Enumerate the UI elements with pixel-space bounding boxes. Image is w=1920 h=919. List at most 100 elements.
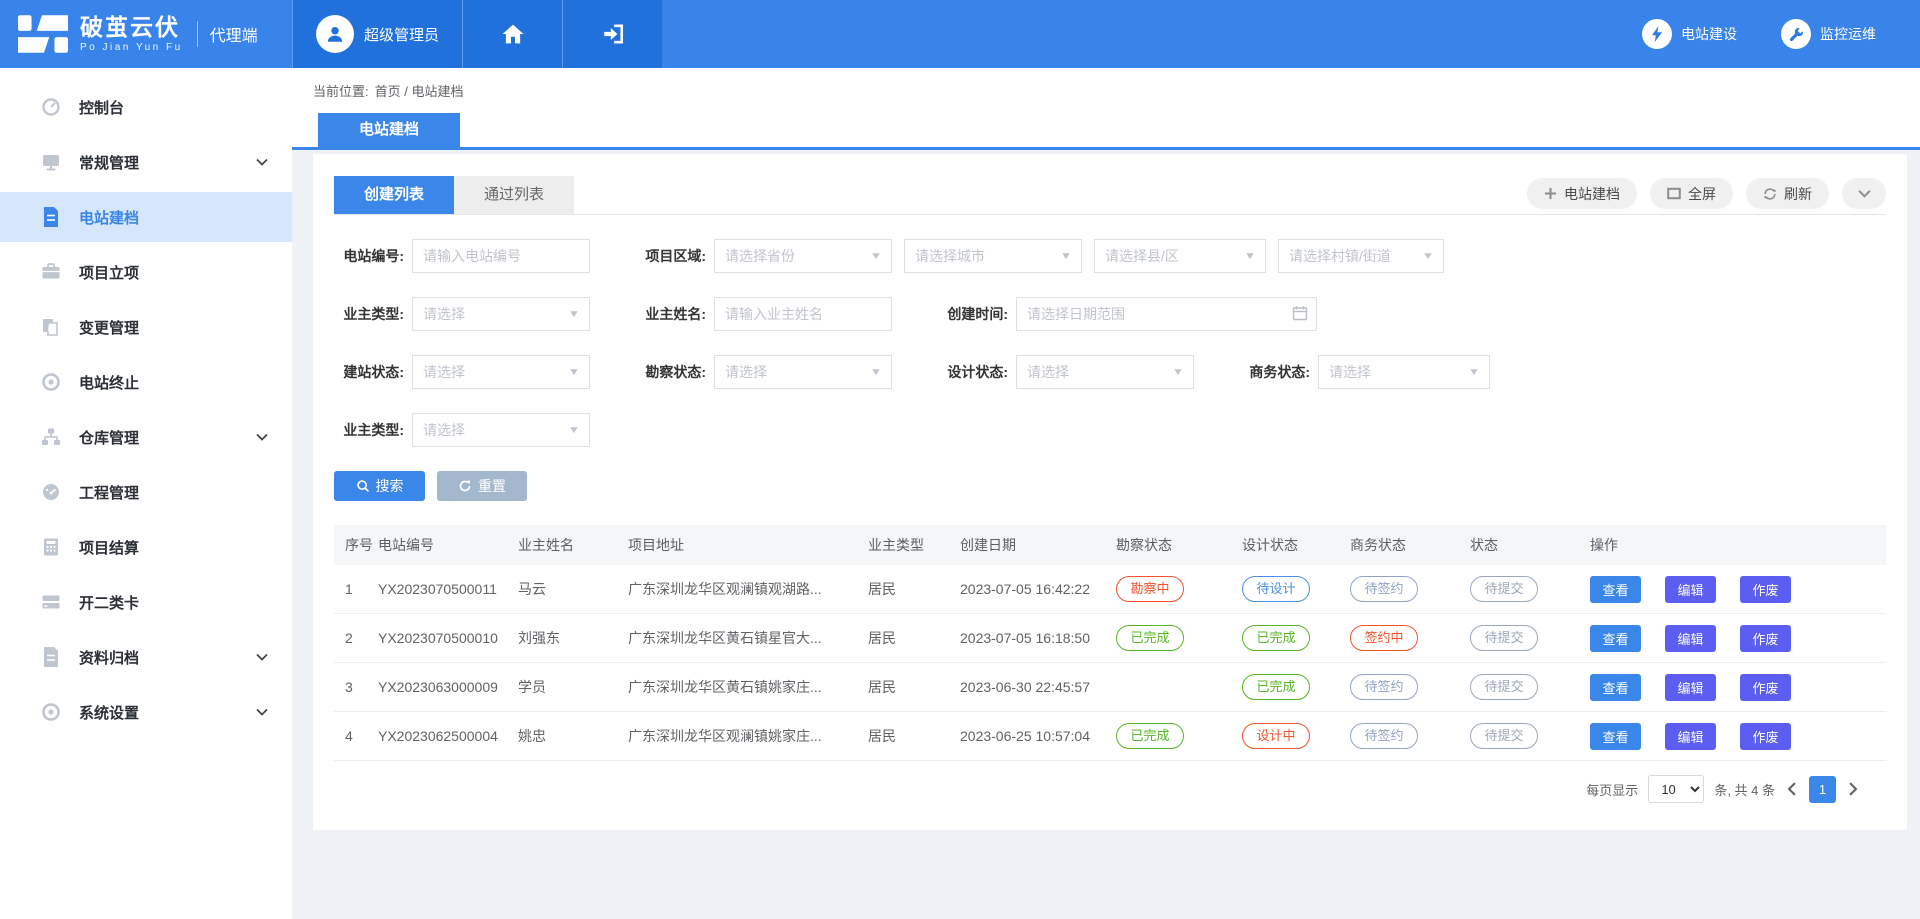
sidebar-item-general-mgmt[interactable]: 常规管理 <box>0 137 292 187</box>
status-pill: 待提交 <box>1470 723 1538 749</box>
col-owner: 业主姓名 <box>518 535 628 555</box>
status-pill: 待提交 <box>1470 625 1538 651</box>
sidebar-item-project-settlement[interactable]: 项目结算 <box>0 522 292 572</box>
nav-monitor-ops[interactable]: 监控运维 <box>1781 0 1876 68</box>
survey-status-pill: 已完成 <box>1116 625 1184 651</box>
sidebar-item-project-initiation[interactable]: 项目立项 <box>0 247 292 297</box>
filter-owner-type-2: 业主类型: 请选择▼ <box>334 413 590 447</box>
city-select[interactable]: 请选择城市▼ <box>904 239 1082 273</box>
county-select[interactable]: 请选择县/区▼ <box>1094 239 1266 273</box>
refresh-button[interactable]: 刷新 <box>1746 178 1829 209</box>
view-button[interactable]: 查看 <box>1590 674 1641 701</box>
station-table: 序号 电站编号 业主姓名 项目地址 业主类型 创建日期 勘察状态 设计状态 商务… <box>334 525 1886 761</box>
main-area: 当前位置:首页 / 电站建档 电站建档 创建列表 通过列表 <box>292 68 1920 919</box>
app-subtitle: Po Jian Yun Fu <box>80 43 183 53</box>
void-button[interactable]: 作废 <box>1740 576 1791 603</box>
next-page-button[interactable] <box>1846 782 1860 796</box>
void-button[interactable]: 作废 <box>1740 723 1791 750</box>
edit-button[interactable]: 编辑 <box>1665 625 1716 652</box>
col-status: 状态 <box>1470 535 1590 555</box>
chevron-down-icon <box>256 653 268 661</box>
sidebar-item-label: 仓库管理 <box>79 427 139 448</box>
view-button[interactable]: 查看 <box>1590 723 1641 750</box>
prev-page-button[interactable] <box>1785 782 1799 796</box>
cell-owner: 刘强东 <box>518 628 628 648</box>
filter-region: 项目区域: 请选择省份▼ 请选择城市▼ 请选择县/区▼ <box>636 239 1444 273</box>
header-spacer <box>662 0 1642 68</box>
edit-button[interactable]: 编辑 <box>1665 576 1716 603</box>
design-status-select[interactable]: 请选择▼ <box>1016 355 1194 389</box>
app-title: 破茧云伏 <box>80 16 183 39</box>
sidebar-item-label: 工程管理 <box>79 482 139 503</box>
province-select[interactable]: 请选择省份▼ <box>714 239 892 273</box>
filter-survey-status: 勘察状态: 请选择▼ <box>636 355 892 389</box>
sidebar-item-warehouse-mgmt[interactable]: 仓库管理 <box>0 412 292 462</box>
reset-button[interactable]: 重置 <box>437 471 527 501</box>
build-status-select[interactable]: 请选择▼ <box>412 355 590 389</box>
sidebar-item-open-class2-card[interactable]: 开二类卡 <box>0 577 292 627</box>
home-button[interactable] <box>462 0 562 68</box>
create-station-button[interactable]: 电站建档 <box>1527 178 1637 209</box>
owner-type-select[interactable]: 请选择▼ <box>412 297 590 331</box>
search-button-label: 搜索 <box>376 476 404 496</box>
survey-status-pill: 勘察中 <box>1116 576 1184 602</box>
business-status-select[interactable]: 请选择▼ <box>1318 355 1490 389</box>
current-page-button[interactable]: 1 <box>1809 776 1836 803</box>
cell-seq: 3 <box>334 679 378 695</box>
owner-type2-select[interactable]: 请选择▼ <box>412 413 590 447</box>
survey-status-select[interactable]: 请选择▼ <box>714 355 892 389</box>
dropdown-arrow-icon: ▼ <box>1422 251 1434 262</box>
station-code-input[interactable] <box>412 239 590 273</box>
region-label: 项目区域: <box>636 246 706 266</box>
reset-button-label: 重置 <box>478 476 506 496</box>
void-button[interactable]: 作废 <box>1740 625 1791 652</box>
status-pill: 待提交 <box>1470 576 1538 602</box>
sidebar-item-station-termination[interactable]: 电站终止 <box>0 357 292 407</box>
edit-button[interactable]: 编辑 <box>1665 723 1716 750</box>
breadcrumb: 当前位置:首页 / 电站建档 <box>313 81 1920 100</box>
fullscreen-button[interactable]: 全屏 <box>1650 178 1733 209</box>
sidebar-item-data-archive[interactable]: 资料归档 <box>0 632 292 682</box>
view-button[interactable]: 查看 <box>1590 625 1641 652</box>
page-size-select[interactable]: 10 <box>1648 775 1704 803</box>
sidebar-item-label: 开二类卡 <box>79 592 139 613</box>
collapse-toolbar-button[interactable] <box>1842 178 1886 209</box>
tab-approved-list[interactable]: 通过列表 <box>454 176 574 214</box>
breadcrumb-label: 当前位置: <box>313 84 369 99</box>
sidebar-item-system-settings[interactable]: 系统设置 <box>0 687 292 737</box>
tab-create-list[interactable]: 创建列表 <box>334 176 454 214</box>
sidebar-item-label: 变更管理 <box>79 317 139 338</box>
date-range-input[interactable] <box>1016 297 1317 331</box>
gauge-icon <box>40 481 62 503</box>
plus-icon <box>1544 187 1557 200</box>
design-status-pill: 设计中 <box>1242 723 1310 749</box>
chevron-down-icon <box>256 433 268 441</box>
sidebar-item-engineering-mgmt[interactable]: 工程管理 <box>0 467 292 517</box>
town-select[interactable]: 请选择村镇/街道▼ <box>1278 239 1444 273</box>
sidebar-item-station-archive[interactable]: 电站建档 <box>0 192 292 242</box>
cell-code: YX2023063000009 <box>378 679 518 695</box>
sidebar-item-label: 电站终止 <box>79 372 139 393</box>
date-range-picker[interactable] <box>1016 297 1317 331</box>
build-status-placeholder: 请选择 <box>423 362 465 382</box>
logout-button[interactable] <box>562 0 662 68</box>
cell-owner: 马云 <box>518 579 628 599</box>
exit-icon <box>601 24 625 44</box>
owner-name-input[interactable] <box>714 297 892 331</box>
page-title-tab[interactable]: 电站建档 <box>318 113 460 147</box>
design-status-label: 设计状态: <box>938 362 1008 382</box>
edit-button[interactable]: 编辑 <box>1665 674 1716 701</box>
user-menu[interactable]: 超级管理员 <box>292 0 462 68</box>
nav-station-build[interactable]: 电站建设 <box>1642 0 1737 68</box>
design-status-pill: 待设计 <box>1242 576 1310 602</box>
search-button[interactable]: 搜索 <box>334 471 425 501</box>
business-status-pill: 签约中 <box>1350 625 1418 651</box>
business-status-pill: 待签约 <box>1350 723 1418 749</box>
view-button[interactable]: 查看 <box>1590 576 1641 603</box>
sidebar-item-console[interactable]: 控制台 <box>0 82 292 132</box>
sidebar-item-change-mgmt[interactable]: 变更管理 <box>0 302 292 352</box>
owner-type2-placeholder: 请选择 <box>423 420 465 440</box>
col-code: 电站编号 <box>378 535 518 555</box>
calendar-icon <box>1292 305 1308 326</box>
void-button[interactable]: 作废 <box>1740 674 1791 701</box>
